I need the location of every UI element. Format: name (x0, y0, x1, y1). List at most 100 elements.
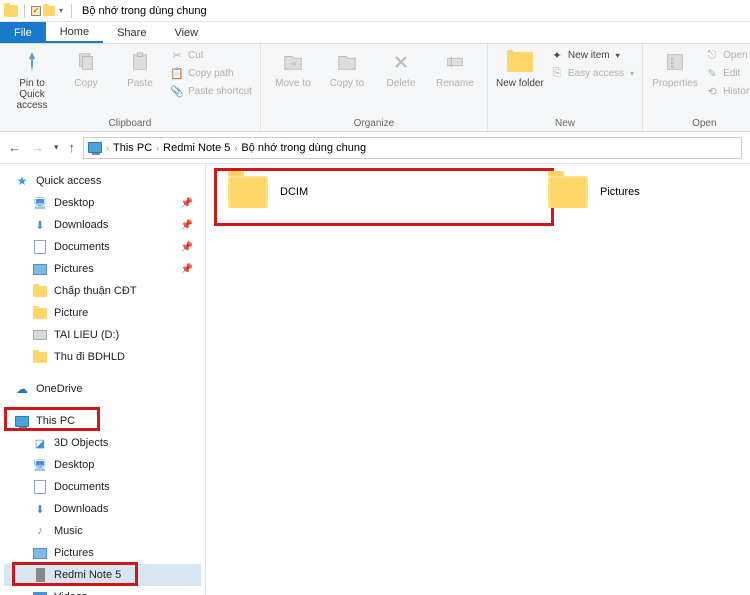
tree-folder2[interactable]: Picture (4, 302, 201, 324)
copy-to-button: Copy to (323, 48, 371, 89)
ribbon: Pin to Quick access Copy Paste ✂Cut 📋Cop… (0, 44, 750, 132)
tree-documents[interactable]: Documents📌 (4, 236, 201, 258)
tree-folder3[interactable]: Thu đi BDHLD (4, 346, 201, 368)
tree-pc-documents[interactable]: Documents (4, 476, 201, 498)
phone-icon (32, 568, 48, 582)
folder-icon (228, 176, 268, 208)
pin-icon (18, 48, 46, 76)
documents-icon (32, 240, 48, 254)
copy-to-icon (333, 48, 361, 76)
downloads-icon: ⬇ (32, 218, 48, 232)
downloads-icon: ⬇ (32, 502, 48, 516)
content-pane[interactable]: DCIM Pictures (206, 164, 750, 595)
history-icon: ⟲ (705, 84, 719, 98)
navigation-tree: ★Quick access 🖥Desktop📌 ⬇Downloads📌 Docu… (0, 164, 206, 595)
tab-home[interactable]: Home (46, 22, 103, 43)
folder-item-pictures[interactable]: Pictures (548, 176, 738, 208)
folder-icon (32, 284, 48, 298)
documents-icon (32, 480, 48, 494)
rename-button: Rename (431, 48, 479, 89)
tree-pc-downloads[interactable]: ⬇Downloads (4, 498, 201, 520)
tab-view[interactable]: View (160, 22, 212, 43)
pin-icon: 📌 (181, 220, 193, 231)
ribbon-tabs: File Home Share View (0, 22, 750, 44)
tree-folder1[interactable]: Chấp thuận CĐT (4, 280, 201, 302)
open-small-list: ⎋Open▾ ✎Edit ⟲History (705, 48, 750, 98)
paste-shortcut-button: 📎Paste shortcut (170, 84, 252, 98)
window-title: Bộ nhớ trong dùng chung (82, 5, 207, 17)
tree-pc-videos[interactable]: Videos (4, 586, 201, 595)
group-organize: Move to Copy to Delete Rename Organize (261, 44, 488, 131)
edit-icon: ✎ (705, 66, 719, 80)
properties-button: Properties (651, 48, 699, 89)
tree-quick-access[interactable]: ★Quick access (4, 170, 201, 192)
tree-pc-desktop[interactable]: 🖥Desktop (4, 454, 201, 476)
chevron-down-icon: ▾ (616, 51, 620, 60)
recent-dropdown-icon[interactable]: ▾ (54, 142, 59, 153)
star-icon: ★ (14, 174, 30, 188)
group-label-new: New (496, 116, 634, 129)
tab-file[interactable]: File (0, 22, 46, 43)
title-bar: ✓ ▾ Bộ nhớ trong dùng chung (0, 0, 750, 22)
folder-item-dcim[interactable]: DCIM (228, 176, 418, 208)
tree-desktop[interactable]: 🖥Desktop📌 (4, 192, 201, 214)
group-new: New folder ✦New item▾ ⎘Easy access▾ New (488, 44, 643, 131)
folder-icon (32, 350, 48, 364)
paste-button: Paste (116, 48, 164, 89)
navigation-bar: ← → ▾ ↑ › This PC › Redmi Note 5 › Bộ nh… (0, 132, 750, 164)
back-button[interactable]: ← (8, 140, 21, 155)
group-open: Properties ⎋Open▾ ✎Edit ⟲History Open (643, 44, 750, 131)
group-label-clipboard: Clipboard (8, 116, 252, 129)
separator (71, 4, 72, 18)
3d-objects-icon: ◪ (32, 436, 48, 450)
qat-checkbox-icon[interactable]: ✓ (31, 6, 41, 16)
nav-arrows: ← → ▾ ↑ (8, 140, 75, 155)
tree-drive[interactable]: TAI LIEU (D:) (4, 324, 201, 346)
music-icon: ♪ (32, 524, 48, 538)
pin-icon: 📌 (181, 264, 193, 275)
breadcrumb-device[interactable]: Redmi Note 5 (163, 142, 230, 154)
tree-redmi[interactable]: Redmi Note 5 (4, 564, 201, 586)
paste-icon (126, 48, 154, 76)
move-to-button: Move to (269, 48, 317, 89)
qat-dropdown-icon[interactable]: ▾ (57, 6, 65, 15)
tree-pictures[interactable]: Pictures📌 (4, 258, 201, 280)
tree-this-pc[interactable]: This PC (4, 410, 201, 432)
easy-access-icon: ⎘ (550, 66, 564, 80)
chevron-right-icon: › (106, 143, 109, 153)
separator (24, 4, 25, 18)
chevron-right-icon: › (234, 143, 237, 153)
breadcrumb-root[interactable]: This PC (113, 142, 152, 154)
tree-pc-pictures[interactable]: Pictures (4, 542, 201, 564)
folder-icon (32, 306, 48, 320)
easy-access-button: ⎘Easy access▾ (550, 66, 634, 80)
app-folder-icon (4, 5, 18, 17)
videos-icon (32, 590, 48, 595)
folder-list: DCIM Pictures (218, 176, 738, 208)
rename-icon (441, 48, 469, 76)
chevron-down-icon: ▾ (630, 69, 634, 78)
new-folder-button[interactable]: New folder (496, 48, 544, 89)
properties-icon (661, 48, 689, 76)
tree-downloads[interactable]: ⬇Downloads📌 (4, 214, 201, 236)
tab-share[interactable]: Share (103, 22, 160, 43)
tree-onedrive[interactable]: ☁OneDrive (4, 378, 201, 400)
clipboard-small-list: ✂Cut 📋Copy path 📎Paste shortcut (170, 48, 252, 98)
pin-to-quick-access-button[interactable]: Pin to Quick access (8, 48, 56, 111)
pc-icon (14, 414, 30, 428)
new-item-button[interactable]: ✦New item▾ (550, 48, 634, 62)
tree-3d-objects[interactable]: ◪3D Objects (4, 432, 201, 454)
cut-icon: ✂ (170, 48, 184, 62)
folder-label: Pictures (600, 186, 640, 198)
tree-pc-music[interactable]: ♪Music (4, 520, 201, 542)
breadcrumb-folder[interactable]: Bộ nhớ trong dùng chung (241, 142, 366, 154)
pin-icon: 📌 (181, 198, 193, 209)
up-button[interactable]: ↑ (69, 140, 76, 155)
address-bar[interactable]: › This PC › Redmi Note 5 › Bộ nhớ trong … (83, 137, 742, 159)
chevron-right-icon: › (156, 143, 159, 153)
qat-folder-icon[interactable] (43, 6, 55, 16)
copy-button: Copy (62, 48, 110, 89)
folder-label: DCIM (280, 186, 308, 198)
new-folder-icon (506, 48, 534, 76)
forward-button[interactable]: → (31, 140, 44, 155)
